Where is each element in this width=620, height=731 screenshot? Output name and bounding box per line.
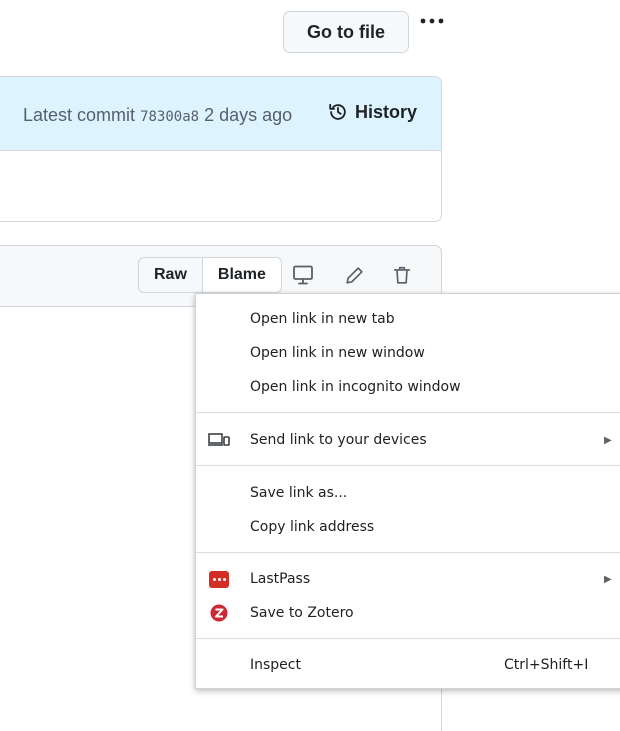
commit-header: Latest commit 78300a8 2 days ago History <box>0 77 441 151</box>
commit-sha-link[interactable]: 78300a8 <box>140 109 199 125</box>
menu-item-send-to-devices[interactable]: Send link to your devices ▶ <box>196 423 620 457</box>
history-label: History <box>355 101 418 122</box>
menu-item-open-incognito[interactable]: Open link in incognito window <box>196 370 620 404</box>
menu-item-label: Open link in new window <box>250 345 425 361</box>
kebab-horizontal-icon <box>420 18 444 24</box>
latest-commit-text: Latest commit 78300a8 2 days ago <box>23 105 292 126</box>
raw-button[interactable]: Raw <box>139 258 202 292</box>
menu-item-save-link-as[interactable]: Save link as... <box>196 476 620 510</box>
raw-blame-button-group: Raw Blame <box>138 257 282 293</box>
menu-item-label: LastPass <box>250 571 311 587</box>
menu-separator <box>196 552 620 553</box>
submenu-arrow-icon: ▶ <box>604 573 612 585</box>
go-to-file-label: Go to file <box>307 21 385 42</box>
menu-item-inspect[interactable]: Inspect Ctrl+Shift+I <box>196 648 620 682</box>
zotero-icon <box>208 602 230 624</box>
menu-item-label: Open link in incognito window <box>250 379 461 395</box>
go-to-file-button[interactable]: Go to file <box>283 11 409 53</box>
more-options-button[interactable] <box>414 8 450 34</box>
menu-item-label: Save to Zotero <box>250 605 354 621</box>
menu-item-label: Save link as... <box>250 485 348 501</box>
blame-button[interactable]: Blame <box>201 258 281 292</box>
menu-item-lastpass[interactable]: LastPass ▶ <box>196 562 620 596</box>
commit-age: 2 days ago <box>204 105 293 125</box>
delete-file-button[interactable] <box>389 262 415 288</box>
menu-separator <box>196 465 620 466</box>
trash-icon <box>393 266 411 284</box>
open-desktop-button[interactable] <box>290 262 316 288</box>
keyboard-shortcut: Ctrl+Shift+I <box>504 657 589 673</box>
menu-item-save-to-zotero[interactable]: Save to Zotero <box>196 596 620 630</box>
latest-commit-box: Latest commit 78300a8 2 days ago History <box>0 76 442 222</box>
menu-separator <box>196 412 620 413</box>
menu-item-label: Send link to your devices <box>250 432 427 448</box>
menu-item-label: Copy link address <box>250 519 375 535</box>
history-icon <box>329 103 346 120</box>
menu-item-copy-link-address[interactable]: Copy link address <box>196 510 620 544</box>
submenu-arrow-icon: ▶ <box>604 434 612 446</box>
pencil-icon <box>346 267 363 284</box>
page: Go to file Latest commit 78300a8 2 days … <box>0 0 620 731</box>
menu-item-label: Inspect <box>250 657 301 673</box>
menu-separator <box>196 638 620 639</box>
history-link[interactable]: History <box>327 101 417 123</box>
desktop-icon <box>293 265 313 285</box>
content-border-line <box>441 688 442 731</box>
menu-item-open-new-window[interactable]: Open link in new window <box>196 336 620 370</box>
latest-commit-prefix: Latest commit <box>23 105 136 125</box>
devices-icon <box>208 429 230 451</box>
lastpass-icon <box>208 568 230 590</box>
browser-context-menu: Open link in new tab Open link in new wi… <box>195 293 620 689</box>
menu-item-label: Open link in new tab <box>250 311 395 327</box>
menu-item-open-new-tab[interactable]: Open link in new tab <box>196 302 620 336</box>
edit-file-button[interactable] <box>342 262 368 288</box>
